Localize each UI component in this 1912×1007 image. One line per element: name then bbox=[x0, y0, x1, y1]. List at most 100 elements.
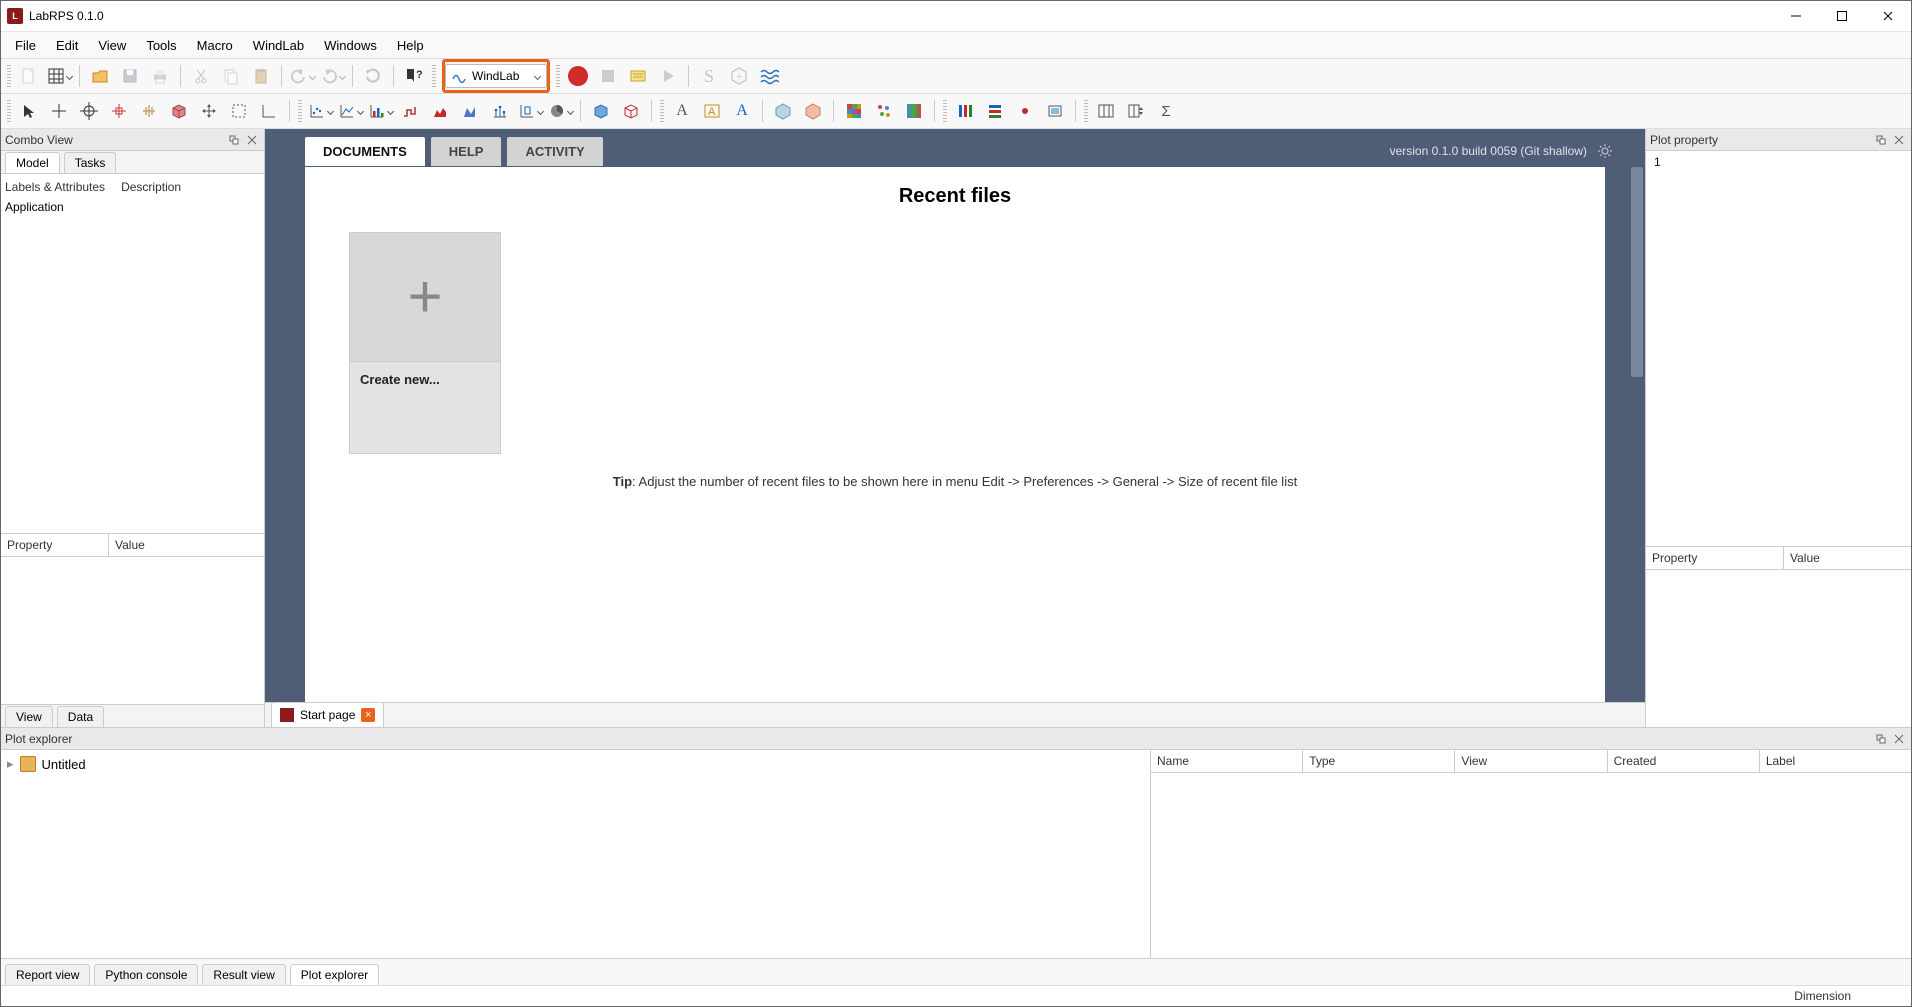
step-plot-icon[interactable] bbox=[396, 97, 424, 125]
sigma-icon[interactable]: Σ bbox=[1152, 97, 1180, 125]
pointer-icon[interactable] bbox=[15, 97, 43, 125]
gear-icon[interactable] bbox=[1597, 143, 1613, 159]
tab-tasks[interactable]: Tasks bbox=[64, 152, 117, 173]
tab-plot-explorer[interactable]: Plot explorer bbox=[290, 964, 379, 985]
panel-close-icon[interactable] bbox=[1891, 132, 1907, 148]
panel-float-icon[interactable] bbox=[1873, 731, 1889, 747]
redo-icon[interactable] bbox=[318, 62, 346, 90]
vertical-scrollbar[interactable] bbox=[1629, 167, 1645, 702]
hex-color-icon[interactable] bbox=[799, 97, 827, 125]
stop-icon[interactable] bbox=[594, 62, 622, 90]
toolbar-grip[interactable] bbox=[1084, 100, 1088, 122]
start-tab-help[interactable]: HELP bbox=[431, 137, 502, 166]
move-icon[interactable] bbox=[195, 97, 223, 125]
area-plot-icon[interactable] bbox=[426, 97, 454, 125]
axes-icon[interactable] bbox=[255, 97, 283, 125]
waves-icon[interactable] bbox=[755, 62, 783, 90]
edit-macro-icon[interactable] bbox=[624, 62, 652, 90]
menu-edit[interactable]: Edit bbox=[46, 32, 88, 58]
grid-icon[interactable] bbox=[45, 62, 73, 90]
toolbar-grip[interactable] bbox=[943, 100, 947, 122]
panel-float-icon[interactable] bbox=[1873, 132, 1889, 148]
new-doc-icon[interactable] bbox=[15, 62, 43, 90]
print-icon[interactable] bbox=[146, 62, 174, 90]
col-created[interactable]: Created bbox=[1608, 750, 1760, 772]
text-a-icon[interactable]: A bbox=[668, 97, 696, 125]
toolbar-grip[interactable] bbox=[298, 100, 302, 122]
line-plot-icon[interactable] bbox=[336, 97, 364, 125]
record-icon[interactable] bbox=[564, 62, 592, 90]
fill-plot-icon[interactable] bbox=[456, 97, 484, 125]
panel-close-icon[interactable] bbox=[1891, 731, 1907, 747]
cube-outline-icon[interactable] bbox=[617, 97, 645, 125]
columns-icon[interactable] bbox=[951, 97, 979, 125]
col-view[interactable]: View bbox=[1455, 750, 1607, 772]
tab-python-console[interactable]: Python console bbox=[94, 964, 198, 985]
cut-icon[interactable] bbox=[187, 62, 215, 90]
create-new-card[interactable]: + Create new... bbox=[349, 232, 501, 454]
maximize-button[interactable] bbox=[1819, 1, 1865, 31]
toolbar-grip[interactable] bbox=[556, 65, 560, 87]
crosshair-icon[interactable] bbox=[45, 97, 73, 125]
target-icon[interactable] bbox=[75, 97, 103, 125]
cube-blue-icon[interactable] bbox=[587, 97, 615, 125]
panel-float-icon[interactable] bbox=[226, 132, 242, 148]
heatmap2-icon[interactable] bbox=[870, 97, 898, 125]
workbench-selector[interactable]: WindLab bbox=[442, 59, 550, 93]
copy-icon[interactable] bbox=[217, 62, 245, 90]
menu-windlab[interactable]: WindLab bbox=[243, 32, 314, 58]
col-name[interactable]: Name bbox=[1151, 750, 1303, 772]
rows-icon[interactable] bbox=[981, 97, 1009, 125]
menu-tools[interactable]: Tools bbox=[136, 32, 186, 58]
start-tab-activity[interactable]: ACTIVITY bbox=[507, 137, 602, 166]
table-sort-icon[interactable] bbox=[1122, 97, 1150, 125]
doc-tab-start-page[interactable]: Start page × bbox=[271, 702, 384, 728]
toolbar-grip[interactable] bbox=[660, 100, 664, 122]
pan-icon[interactable] bbox=[135, 97, 163, 125]
toolbar-grip[interactable] bbox=[432, 65, 436, 87]
toolbar-grip[interactable] bbox=[7, 65, 11, 87]
refresh-icon[interactable] bbox=[359, 62, 387, 90]
start-tab-documents[interactable]: DOCUMENTS bbox=[305, 137, 425, 166]
frame-icon[interactable] bbox=[1041, 97, 1069, 125]
menu-file[interactable]: File bbox=[5, 32, 46, 58]
pie-plot-icon[interactable] bbox=[546, 97, 574, 125]
save-icon[interactable] bbox=[116, 62, 144, 90]
box-plot-icon[interactable] bbox=[516, 97, 544, 125]
paste-icon[interactable] bbox=[247, 62, 275, 90]
minimize-button[interactable] bbox=[1773, 1, 1819, 31]
scatter-plot-icon[interactable] bbox=[306, 97, 334, 125]
text-color-icon[interactable]: A bbox=[728, 97, 756, 125]
plot-explorer-tree[interactable]: ▸ Untitled bbox=[1, 750, 1150, 958]
snap-icon[interactable] bbox=[105, 97, 133, 125]
toolbar-grip[interactable] bbox=[7, 100, 11, 122]
menu-help[interactable]: Help bbox=[387, 32, 434, 58]
tab-view[interactable]: View bbox=[5, 706, 53, 727]
stem-plot-icon[interactable] bbox=[486, 97, 514, 125]
bar-plot-icon[interactable] bbox=[366, 97, 394, 125]
whats-this-icon[interactable]: ? bbox=[400, 62, 428, 90]
doc-tab-close-icon[interactable]: × bbox=[361, 708, 375, 722]
tab-result-view[interactable]: Result view bbox=[202, 964, 285, 985]
hex-blue-icon[interactable] bbox=[769, 97, 797, 125]
plot-property-body[interactable]: 1 bbox=[1646, 151, 1911, 547]
tree-root-application[interactable]: Application bbox=[5, 196, 260, 218]
plugin-hex-icon[interactable]: + bbox=[725, 62, 753, 90]
panel-close-icon[interactable] bbox=[244, 132, 260, 148]
undo-icon[interactable] bbox=[288, 62, 316, 90]
dot-icon[interactable] bbox=[1011, 97, 1039, 125]
open-icon[interactable] bbox=[86, 62, 114, 90]
simulation-s-icon[interactable]: S bbox=[695, 62, 723, 90]
col-label[interactable]: Label bbox=[1760, 750, 1911, 772]
box-3d-icon[interactable] bbox=[165, 97, 193, 125]
text-style-icon[interactable]: A bbox=[698, 97, 726, 125]
close-button[interactable] bbox=[1865, 1, 1911, 31]
heatmap3-icon[interactable] bbox=[900, 97, 928, 125]
select-rect-icon[interactable] bbox=[225, 97, 253, 125]
col-type[interactable]: Type bbox=[1303, 750, 1455, 772]
model-tree[interactable]: Labels & Attributes Description Applicat… bbox=[1, 174, 264, 534]
heatmap1-icon[interactable] bbox=[840, 97, 868, 125]
tab-report-view[interactable]: Report view bbox=[5, 964, 90, 985]
menu-macro[interactable]: Macro bbox=[187, 32, 243, 58]
status-dimension[interactable]: Dimension bbox=[1794, 989, 1851, 1003]
